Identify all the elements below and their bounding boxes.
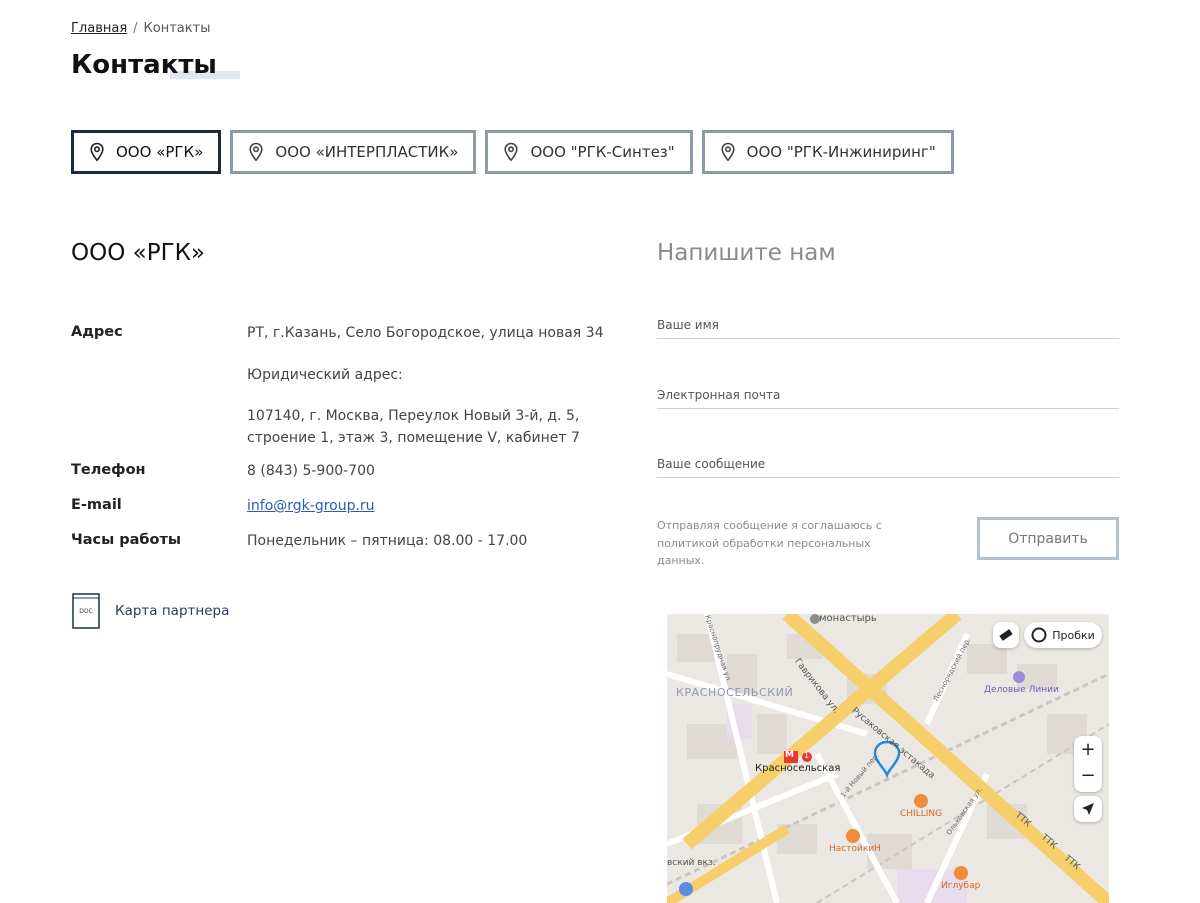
metro-line-number: 1	[804, 751, 810, 760]
consent-text: Отправляя сообщение я соглашаюсь с полит…	[657, 519, 882, 567]
phone-label: Телефон	[71, 462, 146, 478]
zoom-out-button[interactable]: −	[1080, 764, 1095, 792]
tab-label: ООО "РГК-Инжиниринг"	[746, 143, 936, 161]
legal-address-label: Юридический адрес:	[247, 367, 403, 383]
map-pin-icon	[721, 142, 735, 162]
partner-card-link[interactable]: DOC Карта партнера	[71, 592, 229, 630]
geolocation-button[interactable]	[1074, 796, 1102, 822]
breadcrumb-current: Контакты	[143, 21, 211, 36]
company-tabs: ООО «РГК» ООО «ИНТЕРПЛАСТИК» ООО "РГК-Си…	[71, 130, 954, 174]
hours-label: Часы работы	[71, 532, 182, 548]
tab-interplastik[interactable]: ООО «ИНТЕРПЛАСТИК»	[230, 130, 477, 174]
partner-card-label: Карта партнера	[115, 603, 230, 619]
email-label: E-mail	[71, 497, 122, 513]
map-label-igbar: Иглубар	[941, 881, 981, 891]
traffic-button[interactable]: Пробки	[1024, 622, 1102, 648]
tab-label: ООО «РГК»	[116, 143, 204, 161]
map-label-station: вский вкз.	[667, 858, 716, 868]
page-title: Контакты	[71, 50, 217, 80]
actual-address: РТ, г.Казань, Село Богородское, улица но…	[247, 325, 604, 341]
breadcrumb-home-link[interactable]: Главная	[71, 21, 127, 36]
breadcrumb: Главная / Контакты	[71, 21, 210, 36]
map-label-chilling: CHILLING	[900, 809, 943, 819]
address-value: РТ, г.Казань, Село Богородское, улица но…	[247, 322, 627, 449]
message-input[interactable]	[657, 451, 1119, 478]
traffic-button-label: Пробки	[1052, 628, 1095, 642]
map-label-monastery: монастырь	[819, 614, 877, 624]
metro-sign: М	[785, 750, 794, 760]
ruler-icon	[999, 629, 1013, 641]
map-pin-icon	[504, 142, 519, 162]
map-label-district: КРАСНОСЕЛЬСКИЙ	[676, 686, 794, 699]
hours-value: Понедельник – пятница: 08.00 - 17.00	[247, 533, 528, 549]
form-title: Напишите нам	[657, 240, 836, 266]
email-link[interactable]: info@rgk-group.ru	[247, 498, 375, 514]
tab-label: ООО «ИНТЕРПЛАСТИК»	[275, 143, 459, 161]
map-pin-icon	[90, 142, 104, 162]
document-icon-text: DOC	[79, 608, 93, 615]
phone-value: 8 (843) 5-900-700	[247, 463, 375, 479]
location-arrow-icon	[1082, 803, 1094, 815]
map-label-nastoykin: НастойкиН	[829, 844, 881, 854]
email-value: info@rgk-group.ru	[247, 495, 627, 517]
tab-rgk-sintez[interactable]: ООО "РГК-Синтез"	[485, 130, 693, 174]
map-label-metro: Красносельская	[755, 763, 841, 774]
yandex-map[interactable]: монастырь КРАСНОСЕЛЬСКИЙ Деловые Линии Г…	[667, 614, 1109, 903]
email-input[interactable]	[657, 382, 1119, 409]
tab-rgk-inzhiniring[interactable]: ООО "РГК-Инжиниринг"	[701, 130, 954, 174]
zoom-in-button[interactable]: +	[1080, 736, 1095, 764]
zoom-control: + −	[1074, 736, 1102, 792]
document-icon: DOC	[72, 593, 100, 629]
traffic-icon	[1031, 627, 1047, 643]
company-name: ООО «РГК»	[71, 240, 205, 266]
map-canvas[interactable]	[667, 614, 1109, 903]
breadcrumb-separator: /	[133, 21, 138, 36]
submit-button[interactable]: Отправить	[977, 517, 1119, 560]
map-label-business: Деловые Линии	[984, 685, 1059, 695]
tab-label: ООО "РГК-Синтез"	[530, 143, 675, 161]
map-pin-icon	[249, 142, 263, 162]
legal-address: 107140, г. Москва, Переулок Новый 3-й, д…	[247, 408, 580, 446]
tab-rgk[interactable]: ООО «РГК»	[71, 130, 222, 174]
address-label: Адрес	[71, 324, 123, 340]
name-input[interactable]	[657, 312, 1119, 339]
ruler-button[interactable]	[993, 622, 1019, 648]
